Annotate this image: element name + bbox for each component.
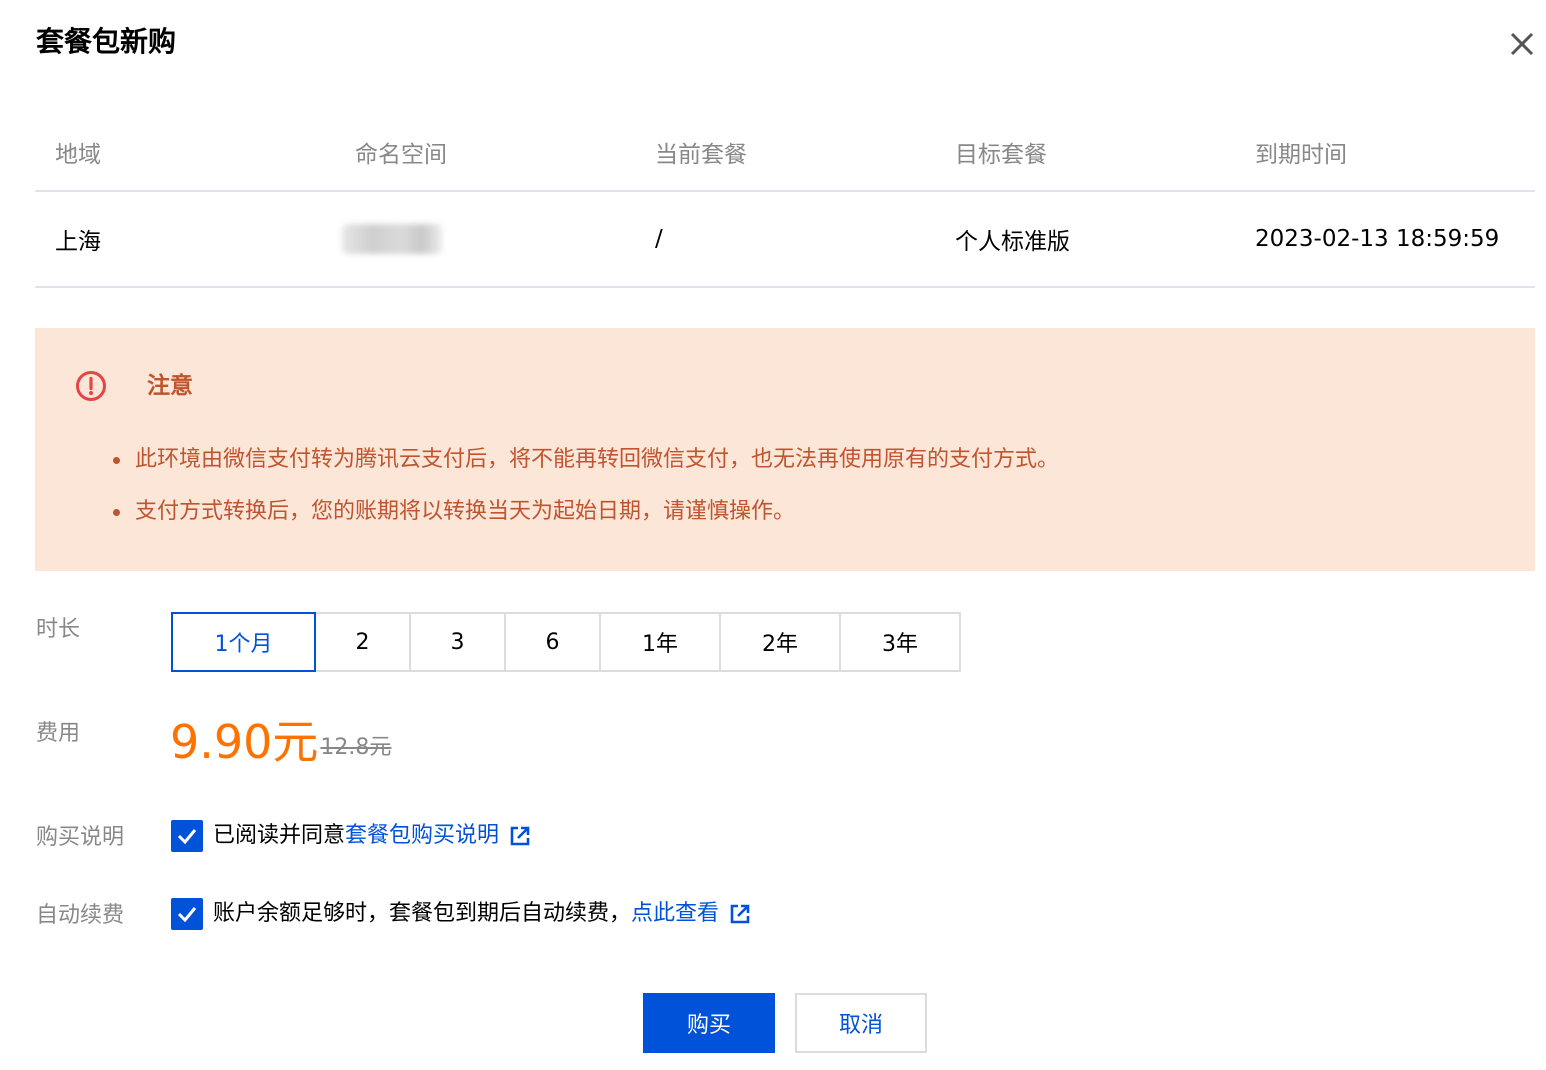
check-icon [177, 829, 197, 845]
duration-label: 时长 [36, 617, 81, 642]
close-button[interactable] [1500, 22, 1544, 66]
cancel-button[interactable]: 取消 [795, 993, 927, 1053]
external-link-icon[interactable] [509, 825, 531, 847]
duration-option-3-year[interactable]: 3年 [839, 612, 961, 672]
external-link-icon[interactable] [729, 903, 751, 925]
notice-title: 注意 [147, 373, 193, 399]
duration-option-1-month[interactable]: 1个月 [171, 612, 316, 672]
duration-option-6[interactable]: 6 [504, 612, 601, 672]
purchase-agreement-row: 已阅读并同意 套餐包购买说明 [171, 818, 531, 854]
cell-target-plan: 个人标准版 [955, 229, 1070, 255]
duration-option-3[interactable]: 3 [409, 612, 506, 672]
cell-current-plan: / [655, 226, 663, 252]
info-table: 地域 命名空间 当前套餐 目标套餐 到期时间 上海 / 个人标准版 2023-0… [35, 114, 1535, 288]
table-row: 上海 / 个人标准版 2023-02-13 18:59:59 [35, 192, 1535, 288]
duration-option-2-year[interactable]: 2年 [719, 612, 841, 672]
notice-item: 此环境由微信支付转为腾讯云支付后，将不能再转回微信支付，也无法再使用原有的支付方… [113, 442, 1059, 478]
auto-renew-label: 自动续费 [36, 903, 125, 928]
purchase-desc-link[interactable]: 套餐包购买说明 [345, 818, 499, 854]
price-original: 12.8元 [320, 735, 392, 760]
header-target-plan: 目标套餐 [955, 142, 1047, 168]
duration-option-2[interactable]: 2 [314, 612, 411, 672]
agreement-text: 已阅读并同意 [213, 823, 346, 848]
dialog-title: 套餐包新购 [36, 25, 177, 58]
notice-box: 注意 此环境由微信支付转为腾讯云支付后，将不能再转回微信支付，也无法再使用原有的… [35, 328, 1535, 571]
auto-renew-text: 账户余额足够时，套餐包到期后自动续费， [213, 901, 632, 926]
duration-selector: 1个月 2 3 6 1年 2年 3年 [171, 612, 961, 672]
notice-list: 此环境由微信支付转为腾讯云支付后，将不能再转回微信支付，也无法再使用原有的支付方… [113, 442, 1059, 546]
cost-label: 费用 [36, 721, 81, 746]
check-icon [177, 907, 197, 923]
header-namespace: 命名空间 [355, 142, 447, 168]
price-current: 9.90元 [170, 715, 319, 769]
buy-button[interactable]: 购买 [643, 993, 775, 1053]
duration-option-1-year[interactable]: 1年 [599, 612, 721, 672]
header-current-plan: 当前套餐 [655, 142, 747, 168]
price-display: 9.90元 12.8元 [170, 712, 391, 772]
table-header: 地域 命名空间 当前套餐 目标套餐 到期时间 [35, 114, 1535, 192]
header-expire-time: 到期时间 [1255, 142, 1347, 168]
auto-renew-link[interactable]: 点此查看 [631, 896, 719, 932]
blurred-namespace-value [342, 224, 442, 254]
cell-region: 上海 [55, 229, 101, 255]
close-icon [1510, 32, 1534, 56]
exclamation-circle-icon [76, 371, 106, 401]
agreement-checkbox[interactable] [171, 820, 203, 852]
cell-expire-time: 2023-02-13 18:59:59 [1255, 226, 1500, 252]
auto-renew-checkbox[interactable] [171, 898, 203, 930]
purchase-desc-label: 购买说明 [36, 825, 125, 850]
notice-item: 支付方式转换后，您的账期将以转换当天为起始日期，请谨慎操作。 [113, 494, 1059, 530]
header-region: 地域 [55, 142, 101, 168]
auto-renew-row: 账户余额足够时，套餐包到期后自动续费， 点此查看 [171, 896, 751, 932]
cell-namespace [342, 192, 442, 286]
